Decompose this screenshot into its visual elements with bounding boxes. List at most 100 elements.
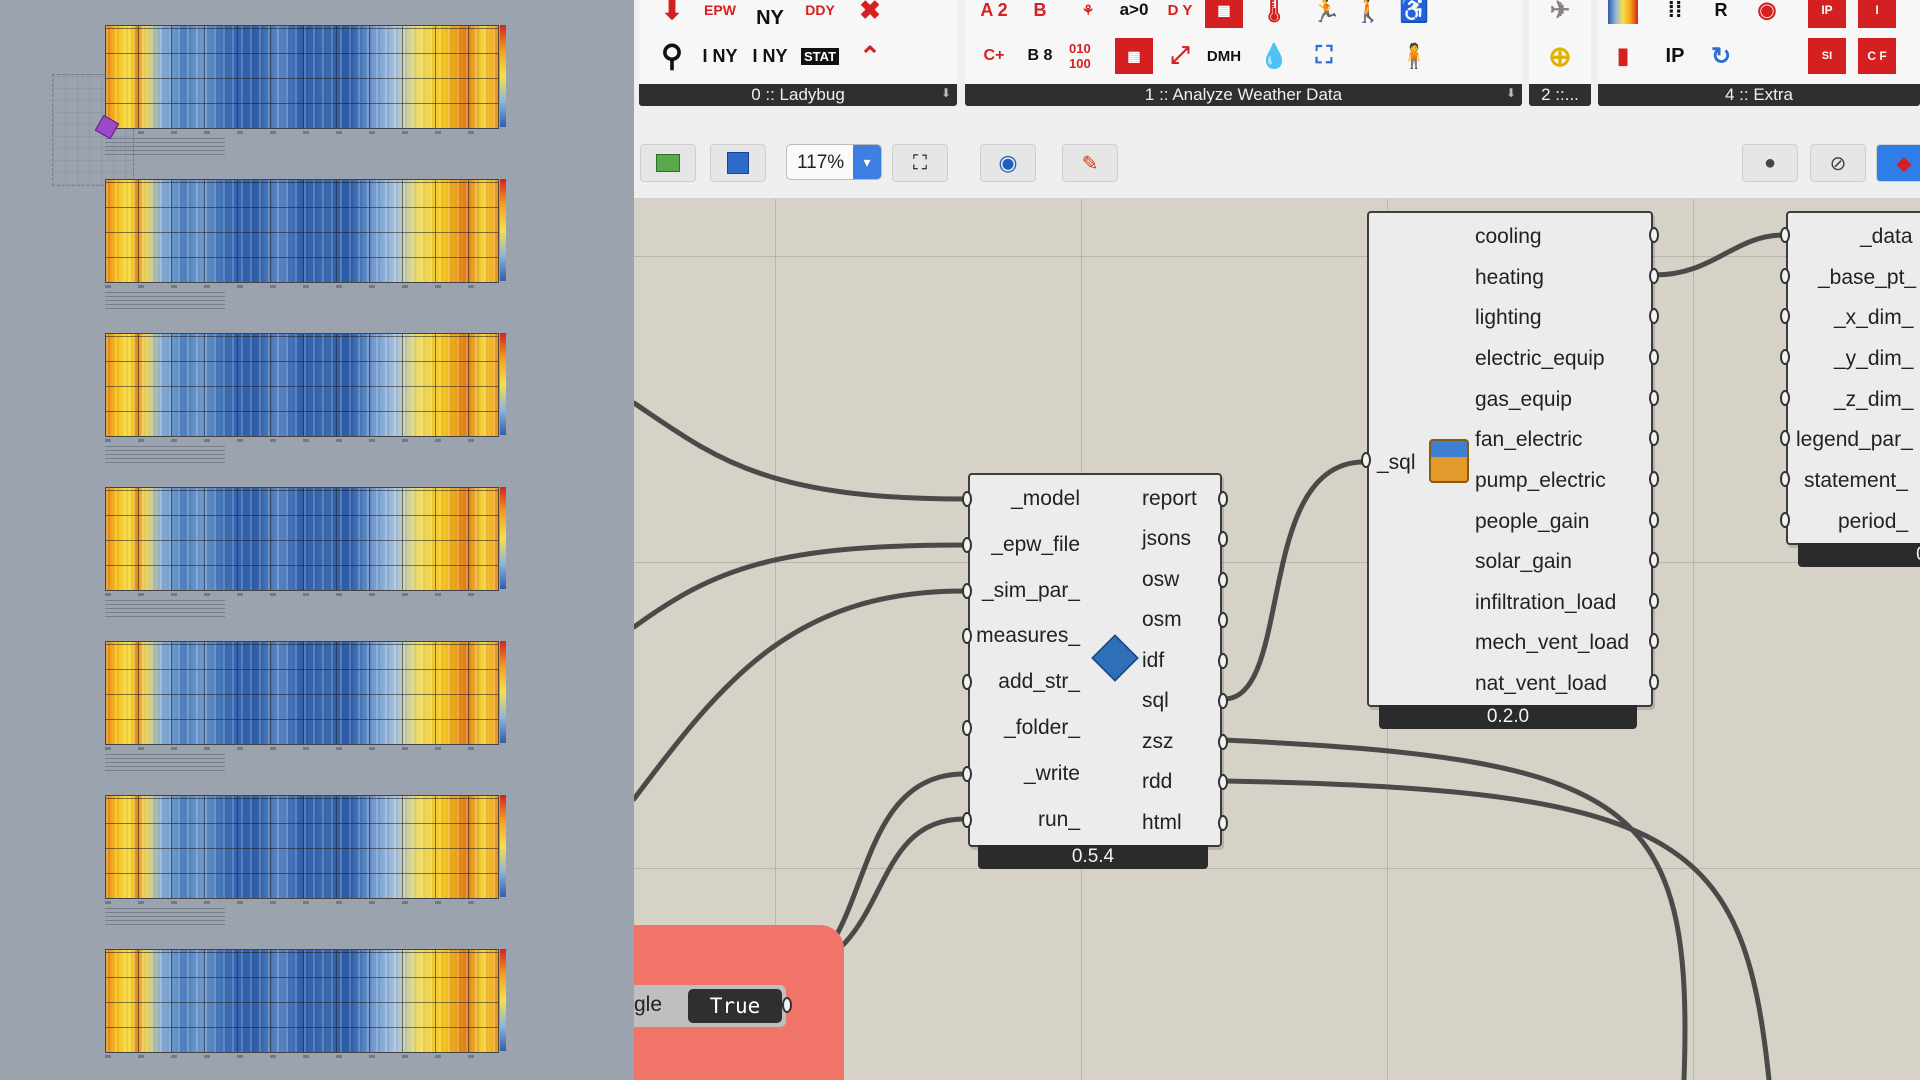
rbc-icon[interactable]: R [1702,0,1740,28]
output-electric-equip[interactable]: electric_equip [1475,347,1605,371]
output-pump-electric[interactable]: pump_electric [1475,469,1606,493]
input-grip[interactable] [1780,268,1790,284]
preview-eye-icon[interactable]: ◉ [980,144,1036,182]
input-legend-par[interactable]: legend_par_ [1796,428,1913,452]
bake-icon[interactable]: ● [1742,144,1798,182]
output-grip[interactable] [1649,552,1659,568]
matrix-icon[interactable]: ▦ [1115,38,1153,74]
output-jsons[interactable]: jsons [1142,527,1191,551]
output-sql[interactable]: sql [1142,689,1169,713]
input-folder[interactable]: _folder_ [1004,716,1080,740]
read-results-component[interactable]: _sql cooling heating lighting electric_e… [1367,211,1653,707]
output-zsz[interactable]: zsz [1142,730,1174,754]
output-grip[interactable] [1218,693,1228,709]
input-grip[interactable] [1361,452,1371,468]
ribbon-tab-ladybug[interactable]: 0 :: Ladybug ⬇ [639,84,957,106]
output-grip[interactable] [1649,633,1659,649]
refresh-icon[interactable]: ↻ [1702,38,1740,74]
chart-line-icon[interactable]: ⌃ [851,38,889,74]
output-cooling[interactable]: cooling [1475,225,1542,249]
output-idf[interactable]: idf [1142,649,1164,673]
input-sql[interactable]: _sql [1377,451,1416,475]
solid-icon[interactable]: ◆ [1876,144,1920,182]
cf-icon[interactable]: C F [1858,38,1896,74]
boolean-toggle[interactable]: gle True [634,985,786,1027]
output-html[interactable]: html [1142,811,1182,835]
output-mech-vent-load[interactable]: mech_vent_load [1475,631,1629,655]
person-stand-icon[interactable]: 🧍 [1395,38,1433,74]
close-x-icon[interactable]: ✖ [851,0,889,28]
scatter-icon[interactable]: ⤢ [1161,38,1199,74]
add-c-icon[interactable]: C+ [975,38,1013,74]
ny-icon[interactable]: NY [751,0,789,36]
output-grip[interactable] [1649,430,1659,446]
output-grip[interactable] [1218,572,1228,588]
run-simulation-component[interactable]: _model _epw_file _sim_par_ measures_ add… [968,473,1222,847]
ddy-icon[interactable]: DDY [801,0,839,28]
input-grip[interactable] [1780,430,1790,446]
epw-icon[interactable]: EPW [701,0,739,28]
input-statement[interactable]: statement_ [1804,469,1908,493]
b-icon[interactable]: B [1021,0,1059,28]
search-icon[interactable]: ⚲ [653,38,691,74]
zoom-extents-icon[interactable]: ⛶ [892,144,948,182]
output-grip[interactable] [1218,734,1228,750]
output-grip[interactable] [1649,390,1659,406]
output-osm[interactable]: osm [1142,608,1182,632]
input-epw-file[interactable]: _epw_file [991,533,1080,557]
input-data[interactable]: _data [1860,225,1913,249]
input-grip[interactable] [962,812,972,828]
si-ip-icon[interactable]: SI [1808,38,1846,74]
output-grip[interactable] [1218,612,1228,628]
output-infiltration-load[interactable]: infiltration_load [1475,591,1616,615]
ribbon-tab-analyze-weather[interactable]: 1 :: Analyze Weather Data ⬇ [965,84,1522,106]
ip-icon[interactable]: IP [1808,0,1846,28]
import-epw-icon[interactable]: ⬇ [653,0,691,28]
input-grip[interactable] [962,537,972,553]
a2-icon[interactable]: A 2 [975,0,1013,28]
output-grip[interactable] [1649,308,1659,324]
compass-icon[interactable]: ⚘ [1069,0,1107,28]
input-x-dim[interactable]: _x_dim_ [1834,306,1913,330]
input-grip[interactable] [962,766,972,782]
thermometer-icon[interactable]: 🌡 [1255,0,1293,28]
input-base-pt[interactable]: _base_pt_ [1818,266,1916,290]
input-measures[interactable]: measures_ [976,624,1080,648]
dmh-icon[interactable]: DMH [1205,38,1243,74]
output-fan-electric[interactable]: fan_electric [1475,428,1582,452]
input-model[interactable]: _model [1011,487,1080,511]
output-grip[interactable] [1218,815,1228,831]
sun-path-icon[interactable]: ⊕ [1541,38,1579,74]
i-x-ny-icon[interactable]: I NY [751,38,789,74]
unit-icon[interactable]: I [1858,0,1896,28]
ribbon-tab-2[interactable]: 2 ::... [1529,84,1591,106]
legend-bar-icon[interactable]: ▮ [1604,38,1642,74]
output-grip[interactable] [1218,491,1228,507]
input-grip[interactable] [1780,308,1790,324]
rhino-viewport[interactable] [0,0,634,1080]
output-grip[interactable] [1218,774,1228,790]
output-people-gain[interactable]: people_gain [1475,510,1589,534]
output-heating[interactable]: heating [1475,266,1544,290]
color-legend-icon[interactable] [1604,0,1642,28]
bird-icon[interactable]: ✈ [1541,0,1579,28]
output-solar-gain[interactable]: solar_gain [1475,550,1572,574]
input-grip[interactable] [962,628,972,644]
i-ny-icon[interactable]: I NY [701,38,739,74]
stat-icon[interactable]: STAT [801,38,840,74]
save-icon[interactable] [710,144,766,182]
chevron-down-icon[interactable]: ▾ [853,145,881,179]
output-grip[interactable] [1218,531,1228,547]
person-sit-icon[interactable]: ♿ [1395,0,1433,28]
person-run-icon[interactable]: 🏃 [1307,0,1345,28]
output-grip[interactable] [1649,593,1659,609]
humidity-icon[interactable]: 💧 [1255,38,1293,74]
toggle-value[interactable]: True [688,989,782,1023]
input-run[interactable]: run_ [1038,808,1080,832]
input-add-str[interactable]: add_str_ [998,670,1080,694]
output-grip[interactable] [1649,674,1659,690]
grid-icon[interactable]: ▦ [1205,0,1243,28]
condition-icon[interactable]: a>0 [1115,0,1153,28]
person-walk-icon[interactable]: 🚶 [1349,0,1387,28]
output-report[interactable]: report [1142,487,1197,511]
